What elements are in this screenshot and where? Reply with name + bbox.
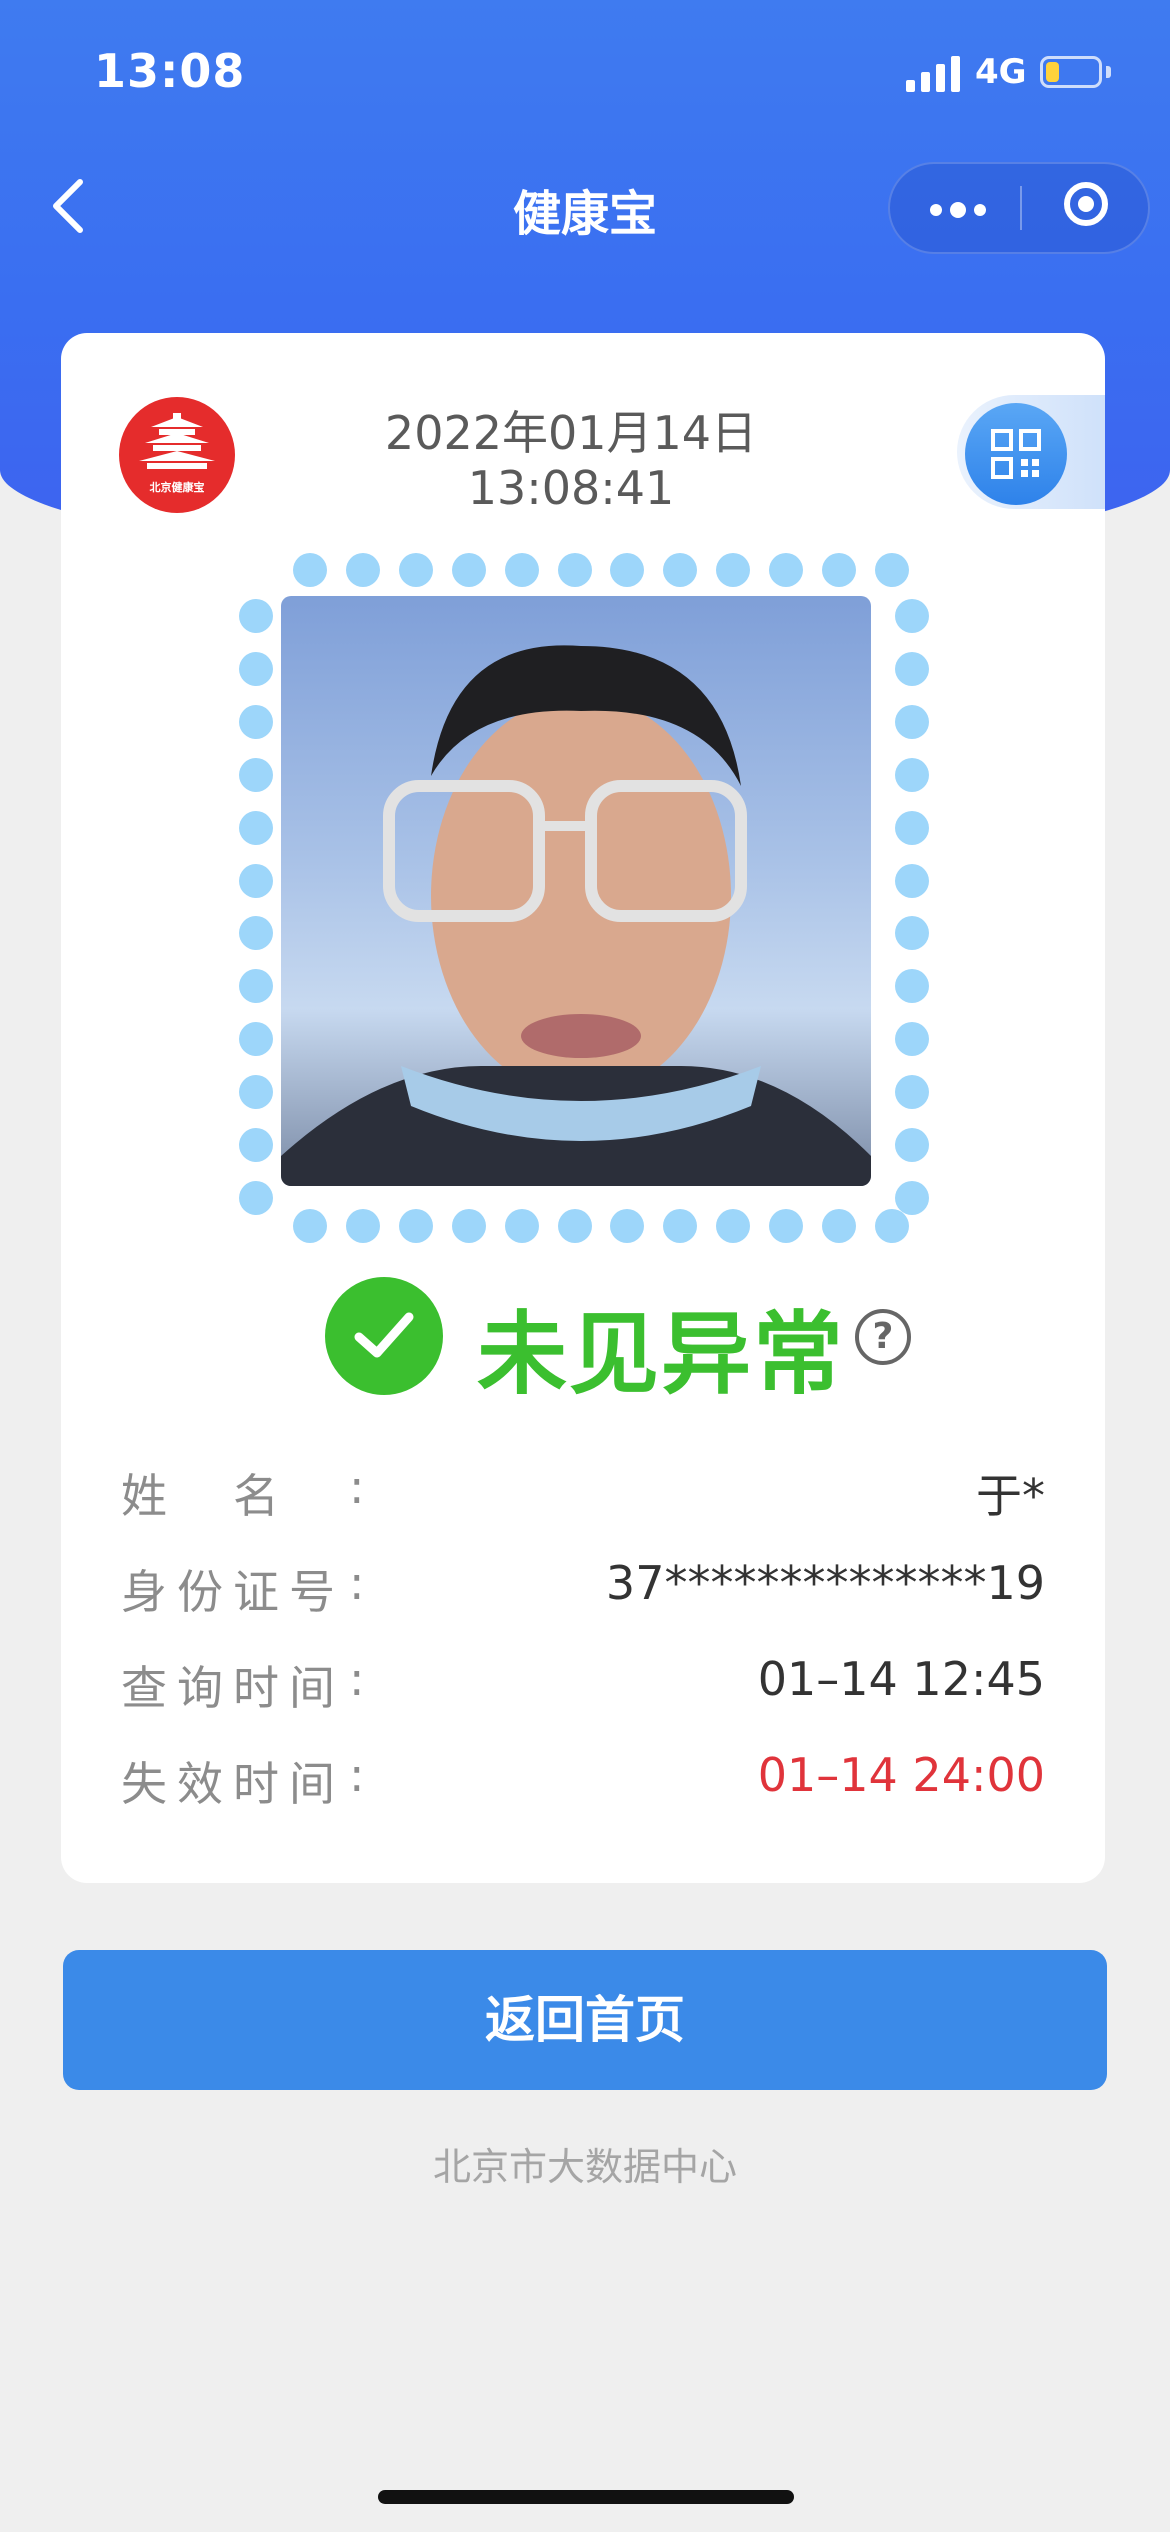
- more-dots-icon: [930, 204, 942, 216]
- frame-dot: [239, 651, 273, 686]
- info-value: 01–14 12:45: [757, 1652, 1045, 1706]
- frame-dot: [239, 969, 273, 1004]
- status-text: 未见异常: [477, 1302, 845, 1407]
- check-icon: [325, 1277, 443, 1395]
- info-row-name: 姓 名 : 于*: [121, 1460, 1045, 1530]
- frame-dot: [239, 1181, 273, 1215]
- info-row-query-time: 查询时间 : 01–14 12:45: [121, 1652, 1045, 1722]
- frame-dot: [895, 757, 929, 792]
- frame-dot: [716, 1209, 751, 1243]
- health-card: 北京健康宝 2022年01月14日 13:08:41 未见异常 ? 姓 名: …: [61, 333, 1105, 1883]
- frame-dot: [716, 553, 751, 587]
- info-colon: :: [349, 1460, 365, 1514]
- frame-dot: [895, 1022, 929, 1057]
- frame-dot: [398, 553, 433, 587]
- info-row-expiry-time: 失效时间 : 01–14 24:00: [121, 1748, 1045, 1818]
- info-colon: :: [349, 1748, 365, 1802]
- frame-dot: [451, 1209, 486, 1243]
- health-status: 未见异常 ?: [325, 1277, 911, 1407]
- home-indicator[interactable]: [378, 2490, 794, 2504]
- frame-dot: [895, 704, 929, 739]
- frame-dot: [504, 1209, 539, 1243]
- status-bar: 13:08 4G: [0, 0, 1170, 150]
- frame-dot: [398, 1209, 433, 1243]
- info-row-id: 身份证号 : 37**************19: [121, 1556, 1045, 1626]
- frame-dot: [610, 553, 645, 587]
- frame-dot: [875, 553, 909, 587]
- frame-dot: [895, 810, 929, 845]
- frame-dot: [822, 1209, 857, 1243]
- frame-dot: [293, 553, 327, 587]
- close-miniprogram-button[interactable]: [1022, 164, 1150, 252]
- frame-dot: [895, 863, 929, 898]
- help-icon[interactable]: ?: [855, 1309, 911, 1365]
- frame-dot: [239, 1075, 273, 1110]
- time-text: 13:08:41: [467, 461, 675, 515]
- info-label: 失效时间: [121, 1757, 345, 1811]
- user-photo: [281, 596, 871, 1186]
- frame-dot: [769, 553, 804, 587]
- info-value: 01–14 24:00: [757, 1748, 1045, 1802]
- beijing-health-logo: 北京健康宝: [119, 397, 235, 513]
- frame-dot: [239, 1128, 273, 1163]
- frame-dot: [239, 916, 273, 951]
- footer-text: 北京市大数据中心: [432, 2145, 737, 2189]
- temple-icon: [139, 413, 215, 469]
- frame-dot: [239, 599, 273, 633]
- frame-dot: [875, 1209, 909, 1243]
- clock: 13:08: [94, 44, 246, 98]
- network-type: 4G: [975, 52, 1027, 92]
- more-button[interactable]: [890, 164, 1020, 252]
- frame-dot: [451, 553, 486, 587]
- frame-dot: [769, 1209, 804, 1243]
- signal-icon: [906, 56, 960, 92]
- frame-dot: [293, 1209, 327, 1243]
- battery-icon: [1040, 56, 1102, 88]
- frame-dot: [895, 1128, 929, 1163]
- frame-dot: [895, 916, 929, 951]
- frame-dot: [895, 1075, 929, 1110]
- frame-dot: [557, 553, 592, 587]
- info-colon: :: [349, 1652, 365, 1706]
- frame-dot: [239, 757, 273, 792]
- qr-code-icon: [991, 429, 1041, 479]
- frame-dot: [895, 1181, 929, 1215]
- frame-dot: [239, 1022, 273, 1057]
- info-label: 姓 名: [121, 1469, 289, 1523]
- frame-dot: [610, 1209, 645, 1243]
- logo-text: 北京健康宝: [149, 481, 205, 494]
- date-text: 2022年01月14日: [384, 406, 758, 460]
- frame-dot: [895, 969, 929, 1004]
- frame-dot: [239, 863, 273, 898]
- frame-dot: [239, 810, 273, 845]
- qr-code-button[interactable]: [965, 403, 1067, 505]
- info-value: 于*: [976, 1469, 1045, 1523]
- battery-cap: [1106, 66, 1111, 78]
- frame-dot: [345, 553, 380, 587]
- info-label: 查询时间: [121, 1661, 345, 1715]
- info-colon: :: [349, 1556, 365, 1610]
- frame-dot: [663, 553, 698, 587]
- frame-dot: [504, 553, 539, 587]
- frame-dot: [345, 1209, 380, 1243]
- frame-dot: [822, 553, 857, 587]
- frame-dot: [895, 651, 929, 686]
- info-value: 37**************19: [605, 1556, 1045, 1610]
- frame-dot: [239, 704, 273, 739]
- nav-bar: 健康宝: [0, 150, 1170, 265]
- frame-dot: [895, 599, 929, 633]
- return-home-button[interactable]: 返回首页: [63, 1950, 1107, 2090]
- frame-dot: [663, 1209, 698, 1243]
- mini-program-capsule: [888, 162, 1150, 254]
- info-label: 身份证号: [121, 1565, 345, 1619]
- frame-dot: [557, 1209, 592, 1243]
